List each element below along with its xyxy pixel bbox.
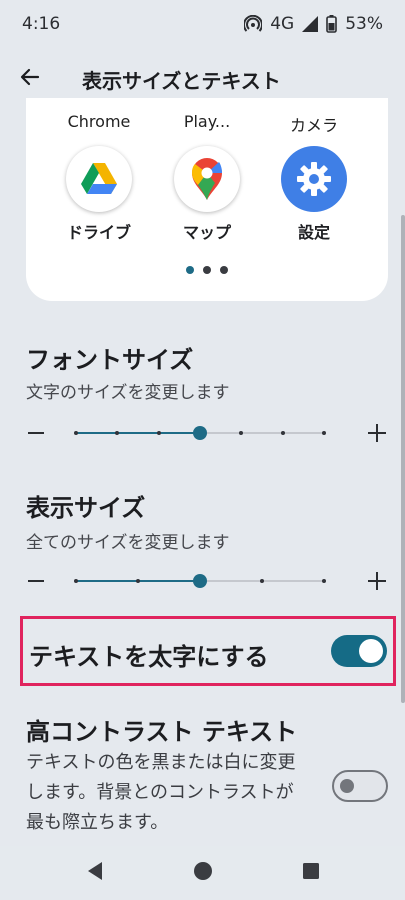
page-dot [220,266,228,274]
increase-font-size-button[interactable] [368,424,386,442]
display-size-subtitle: 全てのサイズを変更します [26,533,230,553]
decrease-display-size-button[interactable] [28,566,48,596]
page-dot [203,266,211,274]
slider-tick [322,579,326,583]
google-maps-icon [174,146,240,212]
status-icons: 4G 53% [244,14,383,34]
toggle-knob [340,779,354,793]
slider-tick [74,579,78,583]
settings-gear-icon [281,146,347,212]
bold-text-row[interactable]: テキストを太字にする [20,616,396,686]
display-size-title: 表示サイズ [26,494,146,522]
nav-home-button[interactable] [188,858,218,888]
slider-tick [239,431,244,435]
app-label-chrome: Chrome [67,112,131,131]
nav-recents-button[interactable] [296,858,326,888]
preview-card: Chrome Play... カメラ ドライブ マップ 設定 [26,98,388,301]
high-contrast-title: 高コントラスト テキスト [26,718,298,746]
slider-thumb[interactable] [193,426,207,440]
back-triangle-icon [86,861,104,885]
app-label-play: Play... [183,112,231,131]
slider-track[interactable] [74,574,326,588]
recents-square-icon [302,862,320,884]
slider-track[interactable] [74,426,326,440]
font-size-subtitle: 文字のサイズを変更します [26,383,230,403]
font-size-slider[interactable] [26,418,388,448]
slider-thumb[interactable] [193,574,207,588]
page-title: 表示サイズとテキスト [82,68,281,93]
status-time: 4:16 [22,14,61,34]
font-size-title: フォントサイズ [26,346,194,374]
slider-tick [280,431,285,435]
scrollbar[interactable] [401,215,405,703]
slider-tick [156,431,161,435]
app-name-maps: マップ [182,223,231,242]
slider-tick [74,431,78,435]
bold-text-label: テキストを太字にする [29,643,269,671]
page-dot [186,266,194,274]
high-contrast-toggle[interactable] [332,770,388,802]
bold-text-toggle[interactable] [331,635,387,667]
decrease-font-size-button[interactable] [28,418,48,448]
slider-tick [136,579,140,583]
home-circle-icon [193,861,213,885]
slider-track-fill [76,432,200,434]
back-arrow-icon [20,67,40,91]
app-name-drive: ドライブ [66,223,131,242]
display-size-slider[interactable] [26,566,388,596]
high-contrast-description: テキストの色を黒または白に変更します。背景とのコントラストが最も際立ちます。 [26,752,296,833]
cell-signal-icon [302,16,319,32]
battery-icon [326,15,338,33]
google-drive-icon [66,146,132,212]
hotspot-icon [244,15,263,33]
slider-tick [322,431,326,435]
page-indicator [26,266,388,274]
app-name-settings: 設定 [297,223,330,242]
network-type: 4G [270,14,295,34]
toggle-knob [359,639,383,663]
navigation-bar [0,846,405,900]
screen: 4:16 4G 53% 表示サイズとテキスト Chrome Play... カメ… [0,0,405,900]
slider-tick [115,431,120,435]
increase-display-size-button[interactable] [368,572,386,590]
app-label-camera: カメラ [289,116,338,135]
slider-tick [260,579,264,583]
battery-percent: 53% [345,14,383,34]
status-bar: 4:16 4G 53% [0,0,405,48]
nav-back-button[interactable] [80,858,110,888]
